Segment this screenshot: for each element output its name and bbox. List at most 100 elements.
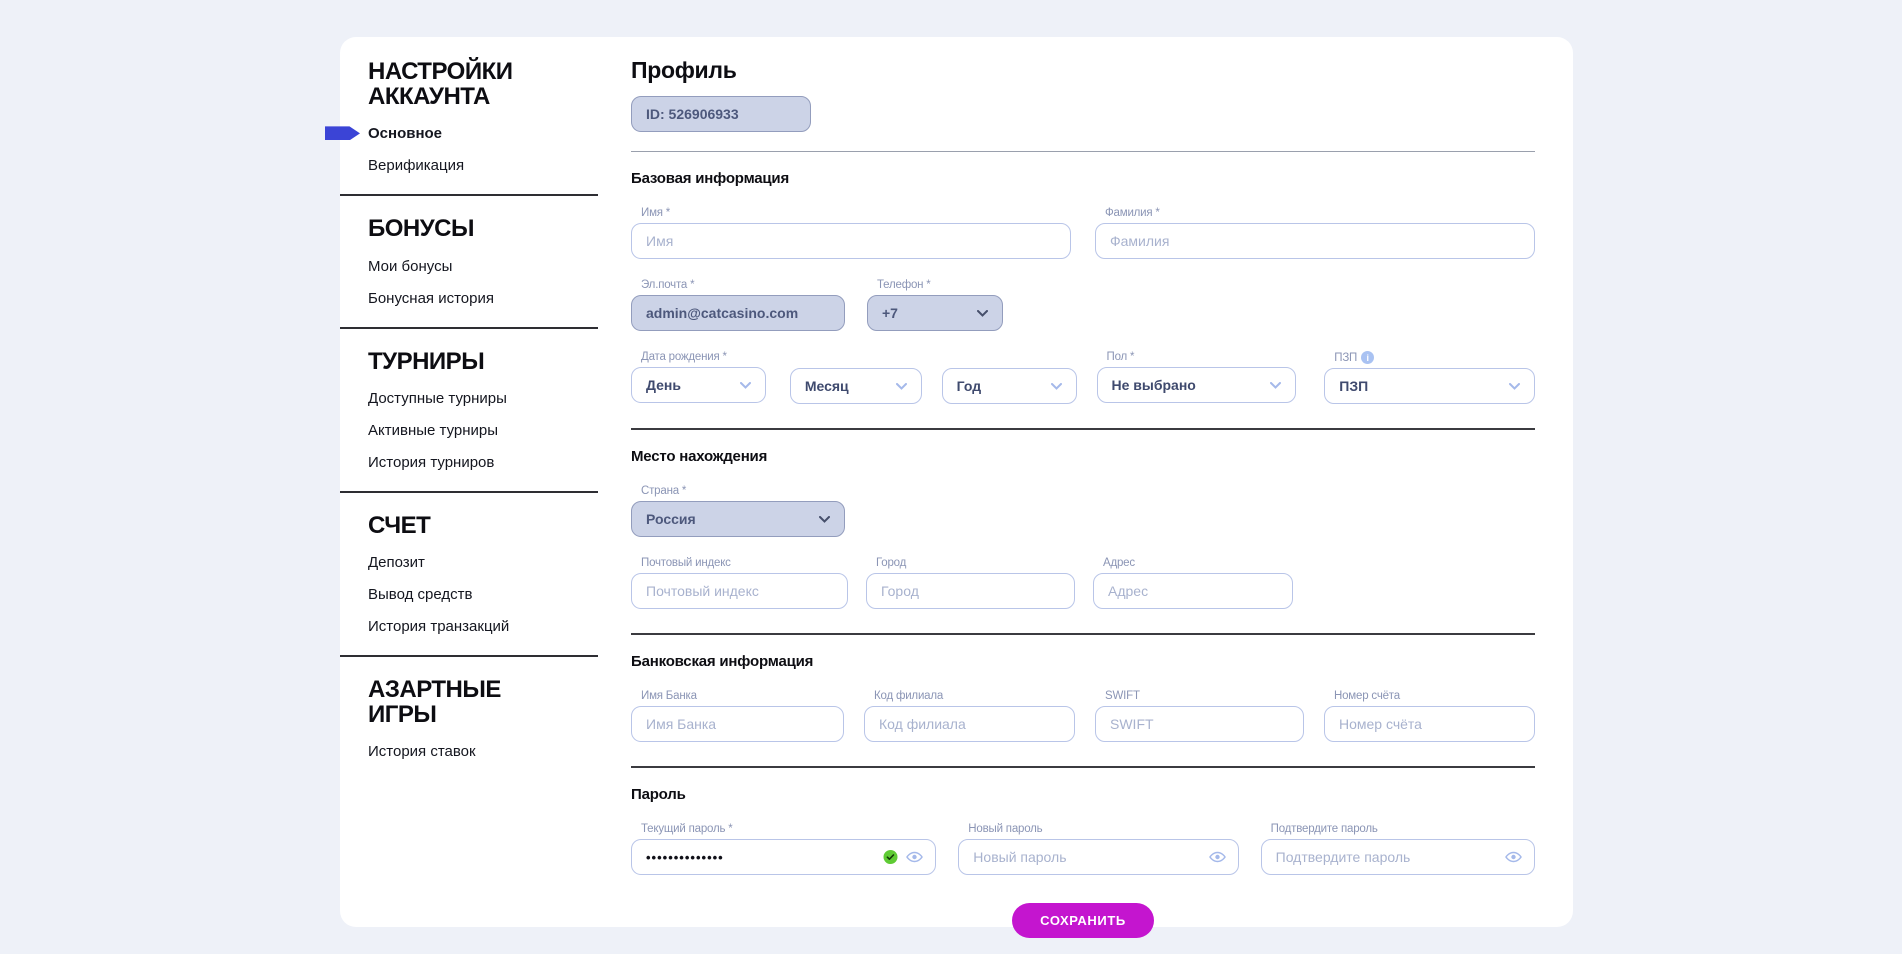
dob-month-select[interactable]: Месяц — [790, 368, 922, 404]
bank-name-label: Имя Банка — [641, 690, 844, 702]
address-input[interactable] — [1093, 573, 1293, 609]
sidebar-item-label: Доступные турниры — [368, 390, 507, 407]
sidebar-item-label: Верификация — [368, 157, 464, 174]
gender-select[interactable]: Не выбрано — [1097, 367, 1297, 403]
section-title-bank-info: Банковская информация — [631, 653, 1535, 670]
gender-label: Пол * — [1107, 351, 1297, 363]
chevron-down-icon — [1051, 383, 1062, 390]
sidebar-item-label: Основное — [368, 125, 442, 142]
account-number-input[interactable] — [1324, 706, 1535, 742]
sidebar: НАСТРОЙКИ АККАУНТА Основное Верификация … — [340, 59, 598, 775]
last-name-label: Фамилия * — [1105, 207, 1535, 219]
section-title-basic-info: Базовая информация — [631, 170, 1535, 187]
section-divider — [631, 151, 1535, 152]
eye-icon[interactable] — [1209, 851, 1226, 863]
country-label: Страна * — [641, 485, 845, 497]
section-title-password: Пароль — [631, 786, 1535, 803]
pep-select[interactable]: ПЗП — [1324, 368, 1535, 404]
email-field — [631, 295, 845, 331]
last-name-input[interactable] — [1095, 223, 1535, 259]
check-circle-icon — [883, 850, 898, 865]
dob-month-value: Месяц — [805, 378, 849, 394]
section-title-location: Место нахождения — [631, 448, 1535, 465]
new-password-input[interactable] — [958, 839, 1238, 875]
sidebar-divider — [340, 491, 598, 493]
country-value: Россия — [646, 511, 696, 527]
country-select[interactable]: Россия — [631, 501, 845, 537]
sidebar-item-bet-history[interactable]: История ставок — [368, 743, 598, 760]
profile-content: Профиль Базовая информация Имя * Фамилия… — [631, 57, 1535, 938]
chevron-down-icon — [740, 382, 751, 389]
sidebar-item-label: Мои бонусы — [368, 258, 452, 275]
postal-code-input[interactable] — [631, 573, 848, 609]
new-password-label: Новый пароль — [968, 823, 1238, 835]
city-input[interactable] — [866, 573, 1075, 609]
sidebar-item-label: История ставок — [368, 743, 476, 760]
confirm-password-input[interactable] — [1261, 839, 1535, 875]
first-name-input[interactable] — [631, 223, 1071, 259]
section-divider — [631, 766, 1535, 768]
sidebar-item-tournament-history[interactable]: История турниров — [368, 454, 598, 471]
page-title: Профиль — [631, 57, 1535, 84]
sidebar-group-title-account: СЧЕТ — [368, 513, 573, 538]
chevron-down-icon — [1270, 382, 1281, 389]
chevron-down-icon — [977, 310, 988, 317]
city-label: Город — [876, 557, 1075, 569]
chevron-down-icon — [819, 516, 830, 523]
confirm-password-label: Подтвердите пароль — [1271, 823, 1535, 835]
settings-panel: НАСТРОЙКИ АККАУНТА Основное Верификация … — [340, 37, 1573, 927]
sidebar-item-withdrawal[interactable]: Вывод средств — [368, 586, 598, 603]
first-name-label: Имя * — [641, 207, 1071, 219]
phone-code-value: +7 — [882, 305, 898, 321]
sidebar-item-my-bonuses[interactable]: Мои бонусы — [368, 258, 598, 275]
eye-icon[interactable] — [1505, 851, 1522, 863]
sidebar-item-transaction-history[interactable]: История транзакций — [368, 618, 598, 635]
eye-icon[interactable] — [906, 851, 923, 863]
address-label: Адрес — [1103, 557, 1293, 569]
bank-name-input[interactable] — [631, 706, 844, 742]
branch-code-input[interactable] — [864, 706, 1075, 742]
gender-value: Не выбрано — [1112, 377, 1196, 393]
swift-input[interactable] — [1095, 706, 1304, 742]
email-label: Эл.почта * — [641, 279, 845, 291]
current-password-label: Текущий пароль * — [641, 823, 936, 835]
sidebar-group-title-tournaments: ТУРНИРЫ — [368, 349, 573, 374]
section-divider — [631, 428, 1535, 430]
sidebar-item-main[interactable]: Основное — [368, 125, 598, 142]
dob-day-value: День — [646, 377, 681, 393]
chevron-down-icon — [896, 383, 907, 390]
sidebar-group-title-gambling: АЗАРТНЫЕ ИГРЫ — [368, 677, 573, 727]
dob-year-select[interactable]: Год — [942, 368, 1077, 404]
active-arrow-icon — [325, 126, 360, 140]
sidebar-group-title-account-settings: НАСТРОЙКИ АККАУНТА — [368, 59, 573, 109]
sidebar-group-title-bonuses: БОНУСЫ — [368, 216, 573, 241]
dob-day-select[interactable]: День — [631, 367, 766, 403]
dob-year-value: Год — [957, 378, 982, 394]
chevron-down-icon — [1509, 383, 1520, 390]
save-button[interactable]: СОХРАНИТЬ — [1012, 903, 1154, 938]
sidebar-item-label: Активные турниры — [368, 422, 498, 439]
sidebar-item-available-tournaments[interactable]: Доступные турниры — [368, 390, 598, 407]
sidebar-divider — [340, 194, 598, 196]
user-id-field — [631, 96, 811, 132]
pep-value: ПЗП — [1339, 378, 1368, 394]
sidebar-item-verification[interactable]: Верификация — [368, 157, 598, 174]
sidebar-item-label: Вывод средств — [368, 586, 472, 603]
sidebar-divider — [340, 655, 598, 657]
sidebar-divider — [340, 327, 598, 329]
pep-label: ПЗП — [1334, 352, 1357, 364]
postal-code-label: Почтовый индекс — [641, 557, 848, 569]
sidebar-item-label: История турниров — [368, 454, 494, 471]
info-icon[interactable]: i — [1361, 351, 1374, 364]
section-divider — [631, 633, 1535, 635]
sidebar-item-label: Бонусная история — [368, 290, 494, 307]
swift-label: SWIFT — [1105, 690, 1304, 702]
sidebar-item-label: Депозит — [368, 554, 425, 571]
account-number-label: Номер счёта — [1334, 690, 1535, 702]
dob-label: Дата рождения * — [641, 351, 766, 363]
sidebar-item-bonus-history[interactable]: Бонусная история — [368, 290, 598, 307]
sidebar-item-deposit[interactable]: Депозит — [368, 554, 598, 571]
sidebar-item-label: История транзакций — [368, 618, 509, 635]
sidebar-item-active-tournaments[interactable]: Активные турниры — [368, 422, 598, 439]
phone-code-select[interactable]: +7 — [867, 295, 1003, 331]
